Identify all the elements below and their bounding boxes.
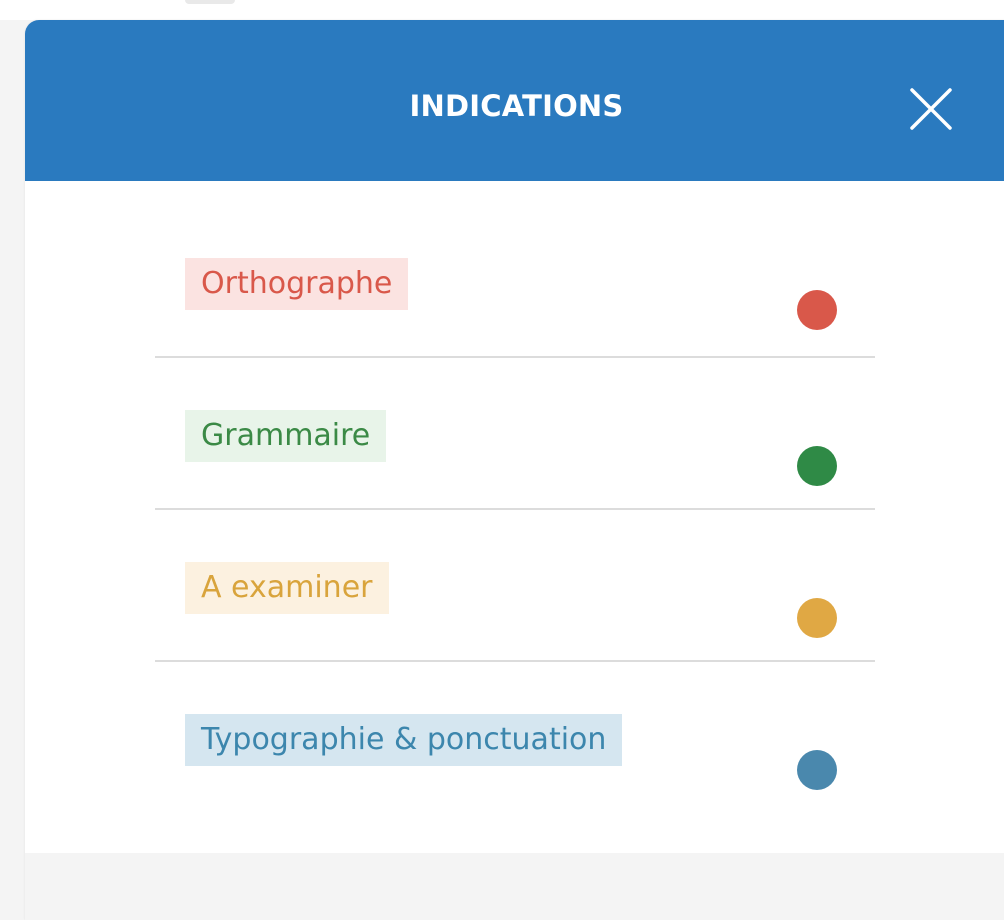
color-dot-icon [797,750,837,790]
close-button[interactable] [900,78,962,140]
legend-item-grammaire[interactable]: Grammaire [155,358,875,510]
legend-label: Orthographe [185,258,409,310]
legend-item-a-examiner[interactable]: A examiner [155,510,875,662]
color-dot-icon [797,598,837,638]
dialog-title: INDICATIONS [409,89,624,123]
legend-label: A examiner [185,562,389,614]
close-icon [910,88,952,130]
legend-label: Typographie & ponctuation [185,714,623,766]
background-tab [185,0,235,4]
legend-item-typographie[interactable]: Typographie & ponctuation [155,662,875,814]
dialog-footer [25,853,1004,920]
color-dot-icon [797,446,837,486]
legend-item-orthographe[interactable]: Orthographe [155,206,875,358]
legend-label: Grammaire [185,410,387,462]
indications-dialog: INDICATIONS Orthographe Grammaire A exam… [25,20,1004,920]
color-dot-icon [797,290,837,330]
dialog-header: INDICATIONS [25,20,1004,181]
legend-list: Orthographe Grammaire A examiner Typogra… [155,206,875,814]
background-strip [0,0,1004,20]
